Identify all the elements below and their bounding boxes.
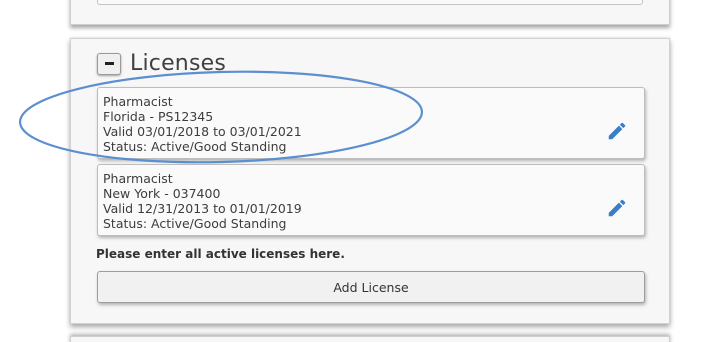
licenses-section-card: Licenses Pharmacist Florida - PS12345 Va… <box>70 38 670 324</box>
license-state-number: New York - 037400 <box>103 186 221 201</box>
section-header: Licenses <box>97 51 226 76</box>
section-title: Licenses <box>130 51 227 76</box>
license-details: Pharmacist Florida - PS12345 Valid 03/01… <box>103 94 302 154</box>
license-details: Pharmacist New York - 037400 Valid 12/31… <box>103 171 302 231</box>
license-type: Pharmacist <box>103 94 173 109</box>
license-card[interactable]: Pharmacist New York - 037400 Valid 12/31… <box>97 164 645 236</box>
license-status: Status: Active/Good Standing <box>103 139 287 154</box>
edit-pencil-icon[interactable] <box>606 120 628 142</box>
previous-section-item <box>97 0 643 5</box>
collapse-button[interactable] <box>97 52 121 75</box>
add-license-button[interactable]: Add License <box>97 271 645 303</box>
license-status: Status: Active/Good Standing <box>103 216 287 231</box>
license-valid-dates: Valid 12/31/2013 to 01/01/2019 <box>103 201 302 216</box>
next-section-card <box>70 336 670 342</box>
license-card[interactable]: Pharmacist Florida - PS12345 Valid 03/01… <box>97 87 645 159</box>
license-type: Pharmacist <box>103 171 173 186</box>
page: Licenses Pharmacist Florida - PS12345 Va… <box>0 0 724 342</box>
license-state-number: Florida - PS12345 <box>103 109 214 124</box>
previous-section-card <box>70 0 670 25</box>
edit-pencil-icon[interactable] <box>606 197 628 219</box>
minus-icon <box>104 62 114 65</box>
license-valid-dates: Valid 03/01/2018 to 03/01/2021 <box>103 124 302 139</box>
licenses-instruction-note: Please enter all active licenses here. <box>96 247 345 261</box>
